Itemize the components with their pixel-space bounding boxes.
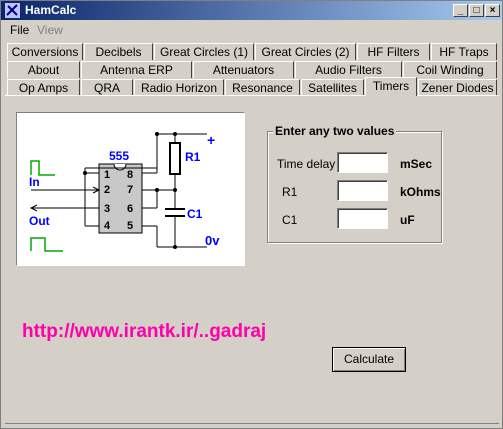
- menu-view[interactable]: View: [37, 23, 63, 37]
- timer-schematic: 555 1 2 3 4 5 6 7 8 + R1 C1 0v In Out: [16, 112, 245, 266]
- c1-field-label: C1: [282, 213, 298, 227]
- tab-radio-horizon[interactable]: Radio Horizon: [134, 79, 224, 96]
- time-delay-unit: mSec: [400, 157, 433, 171]
- tab-resonance[interactable]: Resonance: [225, 79, 300, 96]
- tab-decibels[interactable]: Decibels: [84, 43, 153, 60]
- panel-bottom-border: [5, 423, 499, 424]
- pin-4: 4: [104, 220, 111, 232]
- panel-top-border: [5, 95, 499, 96]
- zero-v-label: 0v: [205, 233, 220, 248]
- pin-5: 5: [127, 220, 133, 232]
- output-pulse: [30, 237, 63, 252]
- tab-conversions[interactable]: Conversions: [7, 43, 83, 60]
- app-icon: [5, 3, 20, 18]
- schematic-drawing: 555 1 2 3 4 5 6 7 8 + R1 C1 0v In Out: [29, 132, 220, 252]
- website-url: http://www.irantk.ir/..gadraj: [22, 321, 267, 342]
- tab-audio-filters[interactable]: Audio Filters: [295, 61, 402, 78]
- tab-satellites[interactable]: Satellites: [301, 79, 364, 96]
- tab-about[interactable]: About: [7, 61, 80, 78]
- tab-coil-winding[interactable]: Coil Winding: [403, 61, 497, 78]
- calculate-button[interactable]: Calculate: [332, 347, 406, 372]
- menu-file[interactable]: File: [10, 23, 29, 37]
- resistor-r1: [169, 142, 181, 175]
- in-label: In: [29, 175, 40, 189]
- time-delay-input[interactable]: [337, 152, 388, 173]
- input-pulse: [30, 160, 55, 176]
- c1-label: C1: [187, 207, 203, 221]
- c1-unit: uF: [400, 213, 415, 227]
- pin-7: 7: [127, 184, 133, 196]
- tab-great-circles-2[interactable]: Great Circles (2): [255, 43, 356, 60]
- app-window: HamCalc _ □ × File View Conversions Deci…: [0, 0, 503, 429]
- minimize-button[interactable]: _: [453, 4, 468, 17]
- r1-input[interactable]: [337, 180, 388, 201]
- tab-op-amps[interactable]: Op Amps: [7, 79, 80, 96]
- tab-attenuators[interactable]: Attenuators: [193, 61, 294, 78]
- tab-qra[interactable]: QRA: [81, 79, 133, 96]
- close-button[interactable]: ×: [485, 4, 500, 17]
- group-title: Enter any two values: [273, 124, 397, 138]
- tab-hf-traps[interactable]: HF Traps: [431, 43, 497, 60]
- pin-1: 1: [104, 169, 110, 181]
- tab-zener-diodes[interactable]: Zener Diodes: [418, 79, 497, 96]
- tab-timers[interactable]: Timers: [365, 77, 417, 96]
- r1-field-label: R1: [282, 185, 298, 199]
- maximize-button[interactable]: □: [469, 4, 484, 17]
- tab-antenna-erp[interactable]: Antenna ERP: [81, 61, 192, 78]
- pin-2: 2: [104, 184, 110, 196]
- ic-label: 555: [109, 149, 129, 163]
- plus-label: +: [207, 132, 215, 148]
- window-title: HamCalc: [25, 3, 77, 17]
- r1-unit: kOhms: [400, 185, 441, 199]
- out-label: Out: [29, 214, 50, 228]
- tab-hf-filters[interactable]: HF Filters: [357, 43, 430, 60]
- tab-great-circles-1[interactable]: Great Circles (1): [154, 43, 254, 60]
- r1-label: R1: [185, 150, 201, 164]
- pin-3: 3: [104, 203, 110, 215]
- pin-8: 8: [127, 169, 133, 181]
- pin-6: 6: [127, 203, 133, 215]
- title-bar: HamCalc _ □ ×: [1, 1, 502, 20]
- c1-input[interactable]: [337, 208, 388, 229]
- time-delay-label: Time delay: [277, 157, 336, 171]
